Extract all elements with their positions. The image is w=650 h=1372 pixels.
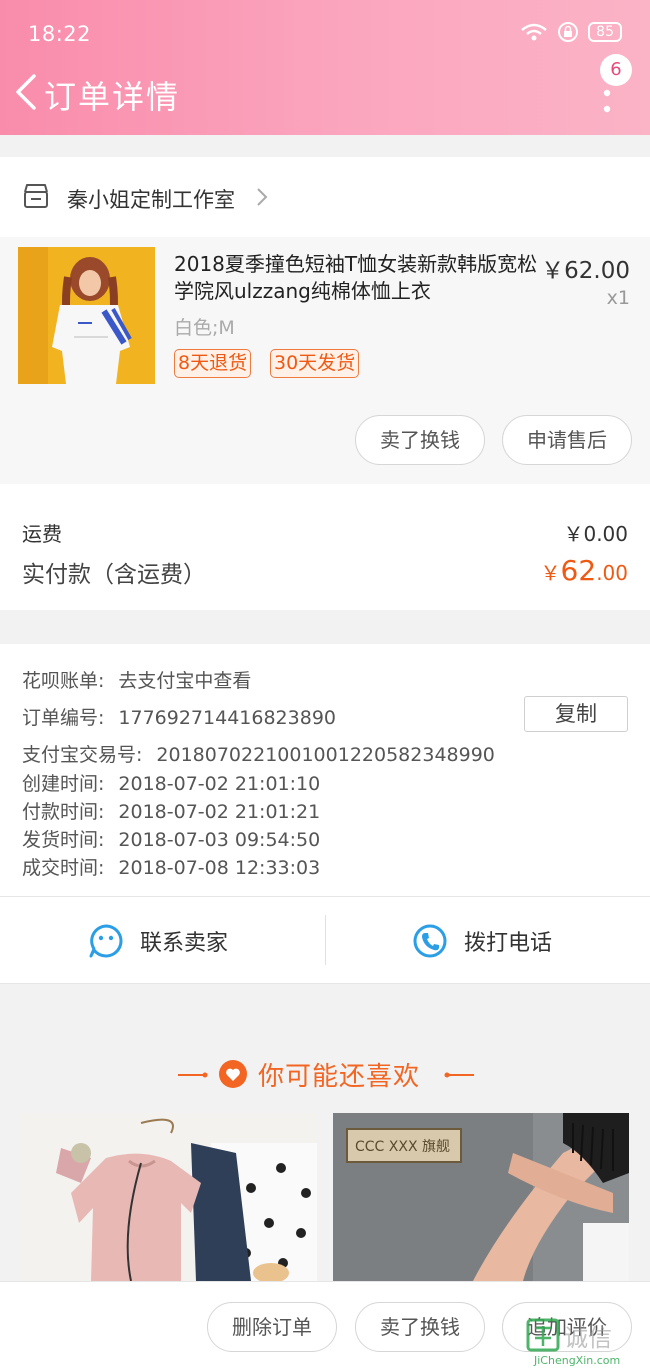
huabei-row[interactable]: 花呗账单: 去支付宝中查看 (22, 666, 251, 693)
order-number-label: 订单编号: (22, 707, 105, 729)
delete-order-button[interactable]: 删除订单 (207, 1302, 337, 1352)
order-number-value: 177692714416823890 (118, 707, 336, 729)
recommend-title-text: 你可能还喜欢 (258, 1062, 421, 1092)
tag-shipping-time: 30天发货 (270, 349, 360, 378)
total-paid-label: 实付款（含运费） (22, 562, 206, 588)
fee-summary: 运费 ￥0.00 实付款（含运费） ￥62.00 (0, 484, 650, 610)
contact-seller-label: 联系卖家 (140, 931, 229, 956)
tag-return-policy: 8天退货 (174, 349, 252, 378)
alipay-trade-row: 支付宝交易号: 2018070221001001220582348990 (22, 740, 495, 767)
completed-time-value: 2018-07-08 12:33:03 (118, 857, 321, 879)
watermark-text: 诚信 (564, 1324, 612, 1352)
contact-seller-button[interactable]: 联系卖家 (88, 897, 228, 985)
page-title: 订单详情 (44, 78, 181, 116)
brand-logo-text: CCC XXX 旗舰 (355, 1139, 450, 1155)
wifi-icon (521, 23, 547, 41)
huabei-label: 花呗账单: (22, 670, 105, 692)
more-options-icon[interactable] (602, 88, 612, 114)
alipay-trade-value: 2018070221001001220582348990 (156, 744, 495, 766)
shipped-time-label: 发货时间: (22, 829, 105, 851)
created-time-value: 2018-07-02 21:01:10 (118, 773, 321, 795)
total-paid-decimal: .00 (596, 561, 628, 585)
back-arrow-icon[interactable] (12, 72, 42, 112)
total-paid-value: ￥62.00 (541, 554, 628, 587)
completed-time-row: 成交时间: 2018-07-08 12:33:03 (22, 853, 320, 880)
heart-icon (219, 1060, 247, 1088)
shipped-time-value: 2018-07-03 09:54:50 (118, 829, 321, 851)
resell-bottom-button[interactable]: 卖了换钱 (355, 1302, 485, 1352)
alipay-trade-label: 支付宝交易号: (22, 744, 143, 766)
status-time: 18:22 (28, 22, 92, 46)
created-time-row: 创建时间: 2018-07-02 21:01:10 (22, 769, 320, 796)
total-paid-currency: ￥ (540, 561, 561, 585)
title-right-decoration (444, 1072, 474, 1078)
order-number-row: 订单编号: 177692714416823890 (22, 703, 336, 730)
product-price: ￥62.00 (541, 258, 630, 284)
product-item[interactable]: 2018夏季撞色短袖T恤女装新款韩版宽松学院风ulzzang纯棉体恤上衣 ￥62… (0, 237, 650, 484)
product-quantity: x1 (606, 287, 630, 309)
call-phone-label: 拨打电话 (464, 931, 553, 956)
total-paid-integer: 62 (560, 554, 597, 587)
contact-bar: 联系卖家 拨打电话 (0, 896, 650, 984)
recommend-image-stockings: CCC XXX 旗舰 (333, 1113, 629, 1281)
product-image (18, 247, 155, 384)
phone-icon (413, 924, 447, 958)
paid-time-value: 2018-07-02 21:01:21 (118, 801, 321, 823)
bottom-action-bar: 删除订单 卖了换钱 追加评价 诚信 JiChengXin.com (0, 1281, 650, 1372)
watermark-url: JiChengXin.com (533, 1354, 620, 1367)
message-count-badge[interactable]: 6 (600, 54, 632, 86)
recommend-section-title: 你可能还喜欢 (0, 1052, 650, 1096)
shop-icon (24, 184, 48, 208)
after-sales-button[interactable]: 申请售后 (502, 415, 632, 465)
huabei-value[interactable]: 去支付宝中查看 (118, 670, 251, 692)
created-time-label: 创建时间: (22, 773, 105, 795)
shop-row[interactable]: 秦小姐定制工作室 (0, 157, 650, 237)
order-info: 花呗账单: 去支付宝中查看 订单编号: 177692714416823890 复制 … (0, 644, 650, 896)
recommend-image-sweater (21, 1113, 317, 1281)
shipped-time-row: 发货时间: 2018-07-03 09:54:50 (22, 825, 320, 852)
recommend-card-2[interactable]: CCC XXX 旗舰 (333, 1113, 629, 1281)
battery-indicator: 85 (588, 22, 622, 42)
completed-time-label: 成交时间: (22, 857, 105, 879)
contact-divider (325, 915, 326, 965)
shipping-fee-value: ￥0.00 (563, 522, 628, 546)
chat-smile-icon (89, 924, 123, 958)
product-sku: 白色;M (174, 317, 235, 339)
chevron-right-icon (257, 188, 268, 206)
title-left-decoration (178, 1072, 208, 1078)
product-title[interactable]: 2018夏季撞色短袖T恤女装新款韩版宽松学院风ulzzang纯棉体恤上衣 (174, 251, 539, 305)
call-phone-button[interactable]: 拨打电话 (412, 897, 552, 985)
product-thumbnail[interactable] (18, 247, 155, 384)
resell-button[interactable]: 卖了换钱 (355, 415, 485, 465)
status-icons: 85 (520, 22, 622, 42)
recommend-card-1[interactable] (21, 1113, 317, 1281)
lock-icon (558, 22, 579, 42)
shop-name[interactable]: 秦小姐定制工作室 (67, 184, 235, 214)
shipping-fee-label: 运费 (22, 522, 62, 546)
paid-time-row: 付款时间: 2018-07-02 21:01:21 (22, 797, 320, 824)
paid-time-label: 付款时间: (22, 801, 105, 823)
header: 18:22 85 订单详情 6 (0, 0, 650, 135)
watermark-logo: 诚信 JiChengXin.com (526, 1318, 620, 1367)
copy-button[interactable]: 复制 (524, 696, 628, 732)
